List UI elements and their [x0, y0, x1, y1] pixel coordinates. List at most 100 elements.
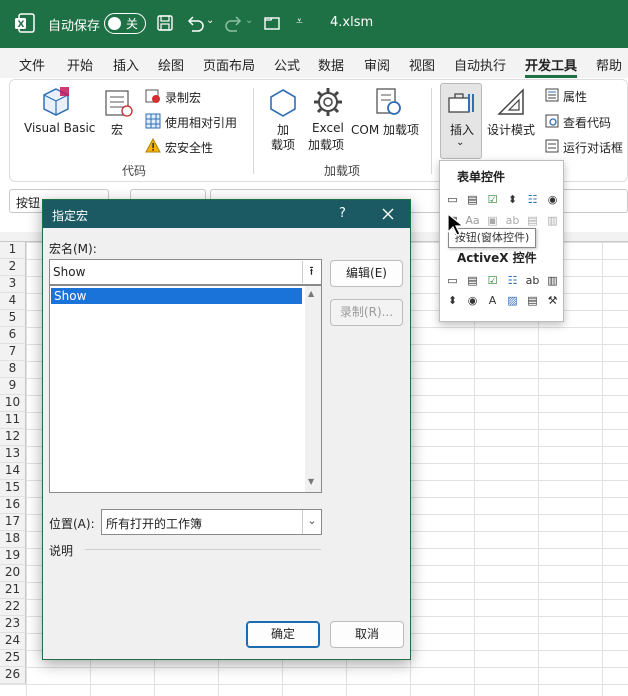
row-header[interactable]: 18	[0, 531, 26, 548]
text-field-icon[interactable]: ab	[505, 214, 520, 229]
combo-dropdown-icon[interactable]: ▥	[545, 214, 560, 229]
row-header[interactable]: 15	[0, 480, 26, 497]
activex-toggle-button-icon[interactable]: ▤	[525, 294, 540, 309]
activex-combo-box-icon[interactable]: ▤	[465, 274, 480, 289]
tab-draw[interactable]: 绘图	[158, 55, 184, 74]
save-icon[interactable]	[156, 14, 174, 32]
spin-button-icon[interactable]: ⬍	[505, 193, 520, 208]
row-header[interactable]: 9	[0, 378, 26, 395]
tab-view[interactable]: 视图	[409, 55, 435, 74]
row-header[interactable]: 8	[0, 361, 26, 378]
row-header[interactable]: 4	[0, 293, 26, 310]
visual-basic-button[interactable]: Visual Basic	[24, 121, 95, 135]
view-code-button[interactable]: 查看代码	[563, 114, 611, 131]
combo-box-icon[interactable]: ▤	[465, 193, 480, 208]
row-header[interactable]: 10	[0, 395, 26, 412]
insert-controls-button[interactable]: 插入 ⌄	[440, 83, 482, 159]
tab-home[interactable]: 开始	[67, 55, 93, 74]
excel-addins-button-line1[interactable]: Excel	[312, 121, 344, 135]
tab-data[interactable]: 数据	[318, 55, 344, 74]
row-header[interactable]: 2	[0, 259, 26, 276]
file-name: 4.xlsm	[330, 15, 374, 30]
row-header[interactable]: 26	[0, 667, 26, 684]
combo-list-icon[interactable]: ▤	[525, 214, 540, 229]
button-control-icon[interactable]: ▭	[445, 193, 460, 208]
activex-command-button-icon[interactable]: ▭	[445, 274, 460, 289]
tab-insert[interactable]: 插入	[113, 55, 139, 74]
row-header[interactable]: 12	[0, 429, 26, 446]
location-select[interactable]: 所有打开的工作簿 ⌄	[101, 509, 322, 535]
edit-button[interactable]: 编辑(E)	[330, 260, 403, 287]
row-header[interactable]: 3	[0, 276, 26, 293]
activex-checkbox-icon[interactable]: ☑	[485, 274, 500, 289]
title-bar: X 自动保存 关 ⌄ ⌄ ⩡ 4.xlsm	[0, 0, 628, 48]
tab-file[interactable]: 文件	[19, 55, 45, 74]
properties-button[interactable]: 属性	[563, 88, 587, 105]
scrollbar[interactable]: ▲ ▼	[305, 286, 321, 492]
tab-automate[interactable]: 自动执行	[454, 55, 506, 74]
activex-scroll-bar-icon[interactable]: ▥	[545, 274, 560, 289]
row-header[interactable]: 13	[0, 446, 26, 463]
macros-button[interactable]: 宏	[111, 121, 123, 138]
activex-image-icon[interactable]: ▨	[505, 294, 520, 309]
run-dialog-button[interactable]: 运行对话框	[563, 139, 623, 156]
tab-help[interactable]: 帮助	[596, 55, 622, 74]
macro-name-field[interactable]: Show ⭱	[49, 259, 322, 285]
row-header[interactable]: 22	[0, 599, 26, 616]
activex-text-box-icon[interactable]: ab	[525, 274, 540, 289]
list-item[interactable]: Show	[51, 288, 302, 304]
record-macro-button[interactable]: 录制宏	[165, 89, 201, 106]
toggle-knob	[108, 17, 121, 30]
row-header[interactable]: 21	[0, 582, 26, 599]
tab-formulas[interactable]: 公式	[274, 55, 300, 74]
row-header[interactable]: 5	[0, 310, 26, 327]
scroll-up-icon[interactable]: ▲	[308, 289, 314, 298]
row-header[interactable]: 23	[0, 616, 26, 633]
activex-list-box-icon[interactable]: ☷	[505, 274, 520, 289]
scroll-down-icon[interactable]: ▼	[308, 477, 314, 486]
excel-addins-button-line2[interactable]: 加载项	[308, 136, 344, 153]
row-header[interactable]: 25	[0, 650, 26, 667]
row-header[interactable]: 16	[0, 497, 26, 514]
design-mode-button[interactable]: 设计模式	[487, 121, 535, 138]
list-box-icon[interactable]: ☷	[525, 193, 540, 208]
help-button[interactable]: ?	[339, 206, 346, 221]
option-button-icon[interactable]: ◉	[545, 193, 560, 208]
chevron-down-icon[interactable]: ⌄	[302, 510, 321, 534]
row-header[interactable]: 19	[0, 548, 26, 565]
customize-toolbar-icon[interactable]: ⩡	[296, 14, 303, 29]
label-icon[interactable]: Aa	[465, 214, 480, 229]
row-header[interactable]: 14	[0, 463, 26, 480]
row-header[interactable]: 11	[0, 412, 26, 429]
scroll-bar-icon[interactable]: ▣	[485, 214, 500, 229]
folder-icon[interactable]	[263, 14, 281, 32]
autosave-toggle[interactable]: 关	[104, 13, 146, 34]
checkbox-icon[interactable]: ☑	[485, 193, 500, 208]
tab-review[interactable]: 审阅	[364, 55, 390, 74]
macro-security-button[interactable]: 宏安全性	[165, 139, 213, 156]
ok-button[interactable]: 确定	[246, 621, 320, 648]
collapse-dialog-icon[interactable]: ⭱	[302, 261, 320, 283]
row-header[interactable]: 6	[0, 327, 26, 344]
activex-option-button-icon[interactable]: ◉	[465, 294, 480, 309]
undo-dropdown-icon[interactable]: ⌄	[206, 15, 214, 26]
activex-spin-button-icon[interactable]: ⬍	[445, 294, 460, 309]
addins-icon	[270, 89, 296, 117]
activex-more-controls-icon[interactable]: ⚒	[545, 294, 560, 309]
row-header[interactable]: 24	[0, 633, 26, 650]
tab-developer[interactable]: 开发工具	[525, 55, 577, 74]
undo-icon[interactable]	[185, 14, 205, 32]
tab-page-layout[interactable]: 页面布局	[203, 55, 255, 74]
row-header[interactable]: 7	[0, 344, 26, 361]
addins-button-line2[interactable]: 载项	[271, 136, 295, 153]
row-header[interactable]: 17	[0, 514, 26, 531]
row-header[interactable]: 20	[0, 565, 26, 582]
relative-references-button[interactable]: 使用相对引用	[165, 114, 237, 131]
activex-label-icon[interactable]: A	[485, 294, 500, 309]
cancel-button[interactable]: 取消	[330, 621, 404, 648]
com-addins-button[interactable]: COM 加载项	[351, 121, 419, 138]
row-header[interactable]: 1	[0, 242, 26, 259]
macro-list[interactable]: Show ▲ ▼	[49, 285, 322, 493]
close-icon[interactable]	[382, 208, 394, 220]
macro-name-label: 宏名(M):	[49, 242, 97, 256]
